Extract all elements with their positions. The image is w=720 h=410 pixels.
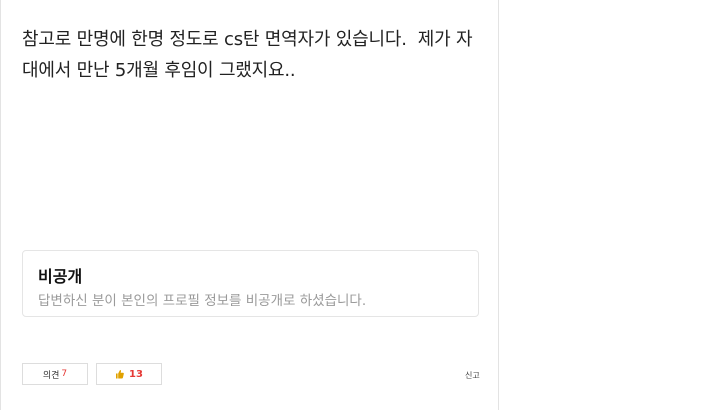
private-profile-box: 비공개 답변하신 분이 본인의 프로필 정보를 비공개로 하셨습니다.	[22, 250, 479, 317]
opinion-label: 의견	[42, 370, 60, 381]
opinion-count: 7	[61, 369, 68, 379]
like-count: 13	[129, 368, 143, 380]
answer-card: 참고로 만명에 한명 정도로 cs탄 면역자가 있습니다. 제가 자대에서 만난…	[0, 0, 499, 410]
report-link[interactable]: 신고	[465, 370, 480, 381]
answer-body-text: 참고로 만명에 한명 정도로 cs탄 면역자가 있습니다. 제가 자대에서 만난…	[22, 29, 473, 81]
page: 참고로 만명에 한명 정도로 cs탄 면역자가 있습니다. 제가 자대에서 만난…	[0, 0, 720, 410]
thumbs-up-icon	[115, 369, 124, 379]
like-button[interactable]: 13	[96, 363, 162, 385]
private-profile-description: 답변하신 분이 본인의 프로필 정보를 비공개로 하셨습니다.	[38, 293, 367, 309]
opinion-button[interactable]: 의견 7	[22, 363, 88, 385]
private-profile-title: 비공개	[38, 267, 83, 286]
